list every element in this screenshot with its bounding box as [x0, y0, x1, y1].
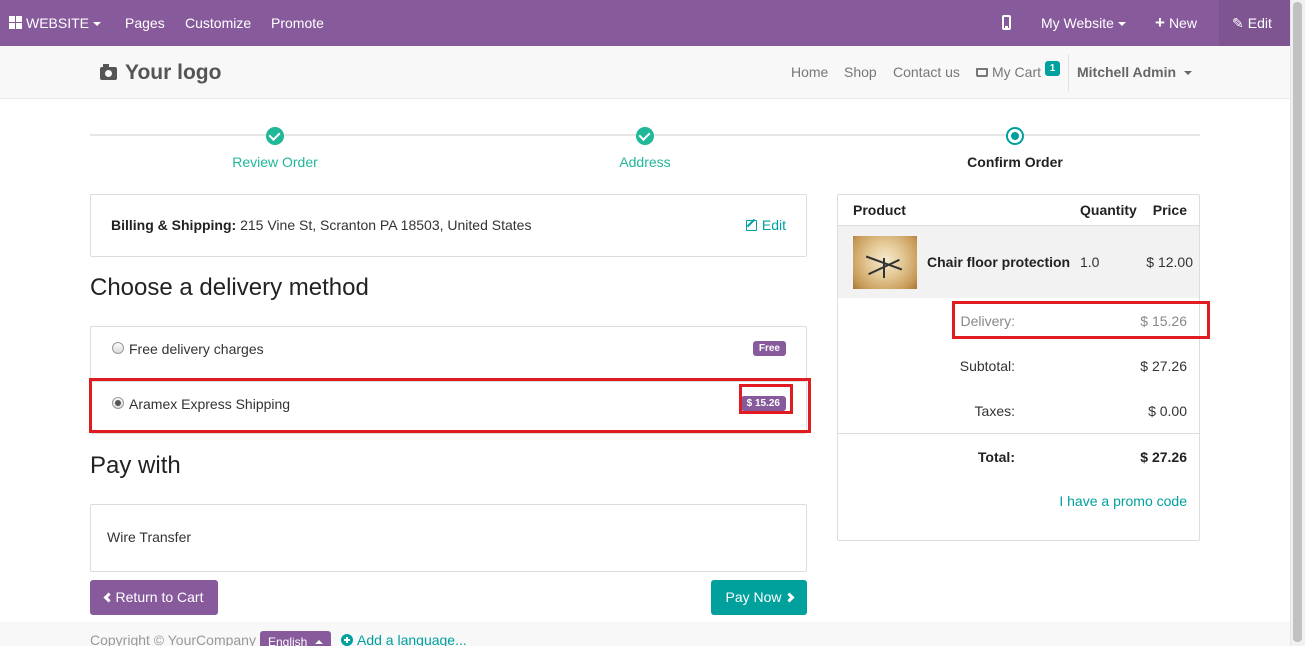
product-name[interactable]: Chair floor protection	[927, 254, 1070, 270]
billing-address: Billing & Shipping: 215 Vine St, Scranto…	[111, 217, 531, 233]
new-button[interactable]: + New	[1155, 0, 1197, 46]
payment-method-wire-transfer[interactable]: Wire Transfer	[107, 529, 191, 545]
promo-code-link[interactable]: I have a promo code	[1059, 493, 1187, 509]
delivery-option-name: Free delivery charges	[129, 341, 264, 357]
delivery-price-badge: Free	[752, 341, 786, 356]
payment-methods-card: Wire Transfer	[90, 504, 807, 572]
language-selector[interactable]: English	[260, 631, 332, 646]
nav-contact[interactable]: Contact us	[893, 46, 960, 99]
taxes-label: Taxes:	[974, 403, 1015, 419]
billing-address-value: 215 Vine St, Scranton PA 18503, United S…	[240, 217, 532, 233]
chevron-down-icon	[1184, 71, 1193, 76]
highlight-delivery-cost	[952, 301, 1210, 339]
subtotal-label: Subtotal:	[959, 358, 1015, 374]
pencil-icon: ✎	[1232, 15, 1244, 31]
total-divider	[838, 433, 1199, 434]
chevron-left-icon	[103, 592, 113, 603]
delivery-radio-free[interactable]	[112, 342, 124, 354]
mobile-preview-icon[interactable]	[1002, 15, 1011, 30]
copyright-text: Copyright © YourCompany	[90, 632, 256, 646]
my-website-label: My Website	[1041, 15, 1114, 31]
apps-grid-icon	[9, 16, 22, 29]
return-to-cart-label: Return to Cart	[115, 589, 204, 605]
add-language-link[interactable]: Add a language...	[341, 632, 467, 646]
summary-product-row: Chair floor protection 1.0 $ 12.00	[838, 225, 1199, 298]
cart-icon	[976, 68, 988, 77]
check-circle-icon	[636, 127, 654, 145]
current-step-icon	[1006, 127, 1024, 145]
wizard-step-review-order[interactable]: Review Order	[175, 154, 375, 170]
nav-cart[interactable]: My Cart	[976, 46, 1041, 99]
plus-circle-icon	[341, 634, 353, 646]
subtotal-value: $ 27.26	[1140, 358, 1187, 374]
nav-divider	[1068, 54, 1069, 91]
order-summary: Product Quantity Price Chair floor prote…	[837, 194, 1200, 541]
wizard-step-confirm-order: Confirm Order	[967, 154, 1063, 170]
cart-count-badge: 1	[1045, 61, 1060, 76]
summary-header-quantity: Quantity	[1080, 202, 1137, 218]
website-menu-label: WEBSITE	[26, 15, 90, 31]
edit-button[interactable]: ✎ Edit	[1232, 0, 1272, 46]
delivery-option-free[interactable]: Free delivery charges Free	[91, 327, 806, 381]
pay-now-button[interactable]: Pay Now	[711, 580, 807, 615]
pay-now-label: Pay Now	[725, 589, 782, 605]
plus-icon: +	[1155, 13, 1165, 32]
camera-icon	[100, 64, 117, 80]
my-website-menu[interactable]: My Website	[1041, 0, 1126, 46]
chevron-right-icon	[784, 592, 794, 603]
website-menu[interactable]: WEBSITE	[9, 0, 102, 46]
highlight-delivery-price	[739, 384, 793, 414]
scrollbar-thumb[interactable]	[1293, 2, 1302, 642]
wizard-step-address[interactable]: Address	[545, 154, 745, 170]
user-menu[interactable]: Mitchell Admin	[1077, 46, 1193, 99]
delivery-section-title: Choose a delivery method	[90, 274, 369, 301]
edit-icon	[745, 220, 757, 231]
promote-menu[interactable]: Promote	[271, 0, 324, 46]
pages-menu[interactable]: Pages	[125, 0, 165, 46]
total-label: Total:	[977, 449, 1015, 465]
nav-shop[interactable]: Shop	[844, 46, 877, 99]
summary-header-product: Product	[853, 202, 906, 218]
highlight-selected-delivery	[89, 378, 811, 433]
language-label: English	[268, 635, 308, 646]
edit-label: Edit	[1247, 15, 1272, 31]
billing-label: Billing & Shipping:	[111, 217, 237, 233]
nav-home[interactable]: Home	[791, 46, 828, 99]
product-quantity: 1.0	[1080, 254, 1100, 270]
site-footer: Copyright © YourCompany English Add a la…	[0, 622, 1290, 646]
chevron-down-icon	[93, 22, 102, 27]
chevron-down-icon	[1117, 22, 1126, 27]
billing-shipping-card: Billing & Shipping: 215 Vine St, Scranto…	[90, 194, 807, 257]
edit-address-link[interactable]: Edit	[745, 217, 786, 233]
edit-address-label: Edit	[761, 217, 786, 233]
product-price: $ 12.00	[1146, 254, 1193, 270]
return-to-cart-button[interactable]: Return to Cart	[90, 580, 218, 615]
cart-label: My Cart	[992, 64, 1041, 80]
total-value: $ 27.26	[1140, 449, 1187, 465]
new-label: New	[1168, 15, 1197, 31]
site-header: Your logo Home Shop Contact us My Cart 1…	[0, 46, 1290, 99]
taxes-value: $ 0.00	[1148, 403, 1187, 419]
admin-bar: WEBSITE Pages Customize Promote My Websi…	[0, 0, 1305, 46]
customize-menu[interactable]: Customize	[185, 0, 251, 46]
chevron-up-icon	[315, 640, 324, 644]
user-name: Mitchell Admin	[1077, 64, 1177, 80]
summary-header-price: Price	[1152, 202, 1187, 218]
logo-text: Your logo	[125, 61, 222, 84]
payment-section-title: Pay with	[90, 452, 181, 479]
add-language-label: Add a language...	[357, 632, 467, 646]
site-logo[interactable]: Your logo	[100, 46, 221, 99]
check-circle-icon	[266, 127, 284, 145]
product-image	[853, 236, 917, 289]
